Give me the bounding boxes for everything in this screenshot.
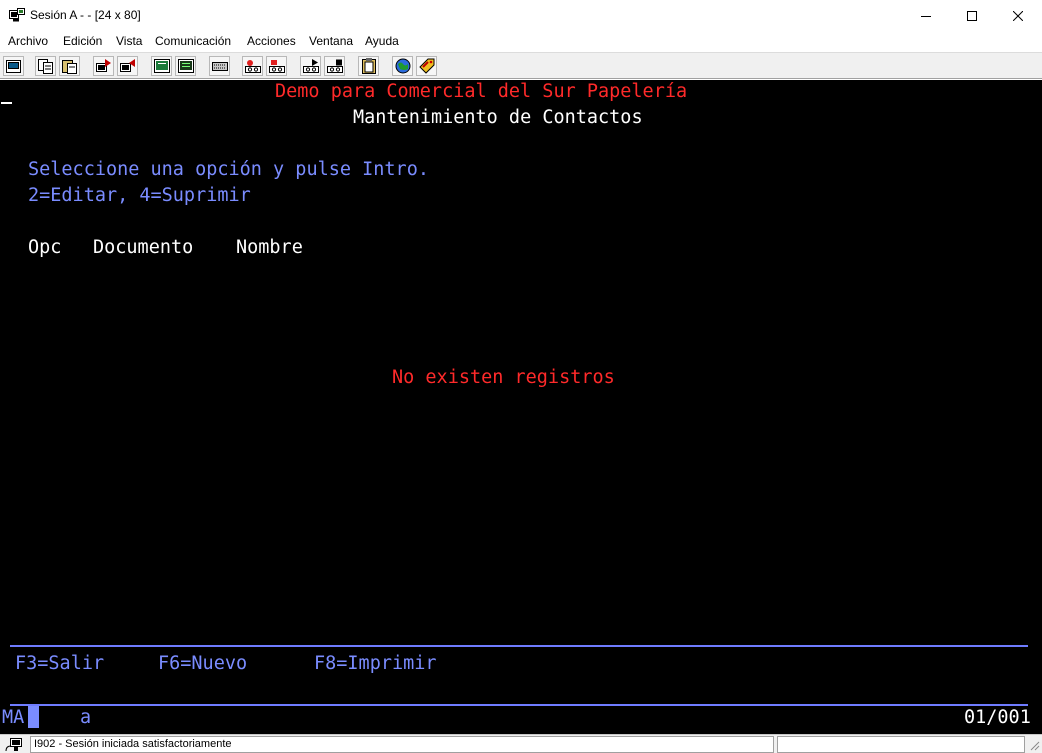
display-button[interactable] xyxy=(151,56,172,76)
connection-status-icon xyxy=(5,738,22,752)
instruction-text: Seleccione una opción y pulse Intro. xyxy=(28,159,429,180)
window-title: Sesión A - - [24 x 80] xyxy=(30,8,141,22)
close-icon xyxy=(1013,10,1023,21)
clipboard-icon xyxy=(361,58,376,74)
menu-comunicacion[interactable]: Comunicación xyxy=(155,34,231,48)
session-app-icon[interactable] xyxy=(9,8,25,22)
function-key-separator xyxy=(10,645,1028,647)
menu-edicion[interactable]: Edición xyxy=(63,34,102,48)
keyboard-icon xyxy=(211,62,228,71)
menu-ventana[interactable]: Ventana xyxy=(309,34,353,48)
oia-separator xyxy=(10,704,1028,706)
maximize-icon xyxy=(967,10,977,21)
f6-new-key[interactable]: F6=Nuevo xyxy=(158,653,247,675)
menu-vista[interactable]: Vista xyxy=(116,34,142,48)
status-bar: I902 - Sesión iniciada satisfactoriament… xyxy=(0,734,1042,753)
paste-icon xyxy=(61,59,77,74)
send-icon xyxy=(95,58,111,72)
cursor-position: 01/001 xyxy=(964,707,1031,728)
send-button[interactable] xyxy=(93,56,114,76)
status-message: I902 - Sesión iniciada satisfactoriament… xyxy=(34,738,232,750)
play-macro-button[interactable] xyxy=(300,56,321,76)
keyboard-button[interactable] xyxy=(209,56,230,76)
keypad-icon xyxy=(177,59,194,73)
title-bar: Sesión A - - [24 x 80] xyxy=(0,0,1042,31)
minimize-icon xyxy=(921,15,931,17)
column-header-nombre: Nombre xyxy=(236,237,303,258)
column-header-documento: Documento xyxy=(93,237,194,258)
print-screen-icon xyxy=(6,59,21,73)
copy-icon xyxy=(37,58,53,74)
stop-macro-icon xyxy=(268,59,285,73)
keypad-button[interactable] xyxy=(175,56,196,76)
clipboard-button[interactable] xyxy=(358,56,379,76)
resize-grip-icon[interactable] xyxy=(1028,739,1040,751)
macro-icon xyxy=(326,59,343,73)
terminal-screen[interactable]: Demo para Comercial del Sur Papelería Ma… xyxy=(0,80,1042,734)
globe-icon xyxy=(395,58,410,74)
oia-input: a xyxy=(80,707,92,728)
record-macro-button[interactable] xyxy=(242,56,263,76)
menu-archivo[interactable]: Archivo xyxy=(8,34,48,48)
receive-icon xyxy=(119,58,135,72)
tag-button[interactable] xyxy=(416,56,437,76)
status-message-field: I902 - Sesión iniciada satisfactoriament… xyxy=(30,736,774,753)
maximize-button[interactable] xyxy=(949,0,995,31)
oia-input-indicator xyxy=(28,706,39,728)
tag-icon xyxy=(418,58,434,74)
display-icon xyxy=(153,59,170,73)
menu-ayuda[interactable]: Ayuda xyxy=(365,34,399,48)
menu-acciones[interactable]: Acciones xyxy=(247,34,296,48)
menu-bar: Archivo Edición Vista Comunicación Accio… xyxy=(0,31,1042,52)
receive-button[interactable] xyxy=(117,56,138,76)
globe-button[interactable] xyxy=(392,56,413,76)
f3-exit-key[interactable]: F3=Salir xyxy=(15,653,104,675)
stop-macro-button[interactable] xyxy=(266,56,287,76)
options-text: 2=Editar, 4=Suprimir xyxy=(28,185,251,206)
copy-button[interactable] xyxy=(35,56,56,76)
toolbar xyxy=(0,52,1042,79)
empty-message: No existen registros xyxy=(392,367,615,388)
column-header-opc: Opc xyxy=(28,237,62,258)
text-cursor xyxy=(1,102,12,104)
status-secondary-field xyxy=(777,736,1025,753)
screen-title: Mantenimiento de Contactos xyxy=(353,107,643,128)
company-title: Demo para Comercial del Sur Papelería xyxy=(275,81,688,102)
play-macro-icon xyxy=(302,58,319,73)
minimize-button[interactable] xyxy=(903,0,949,31)
oia-mode: MA xyxy=(2,707,25,728)
paste-button[interactable] xyxy=(59,56,80,76)
print-screen-button[interactable] xyxy=(3,56,24,76)
f8-print-key[interactable]: F8=Imprimir xyxy=(314,653,437,675)
macro-button[interactable] xyxy=(324,56,345,76)
close-button[interactable] xyxy=(995,0,1041,31)
record-macro-icon xyxy=(244,59,261,73)
